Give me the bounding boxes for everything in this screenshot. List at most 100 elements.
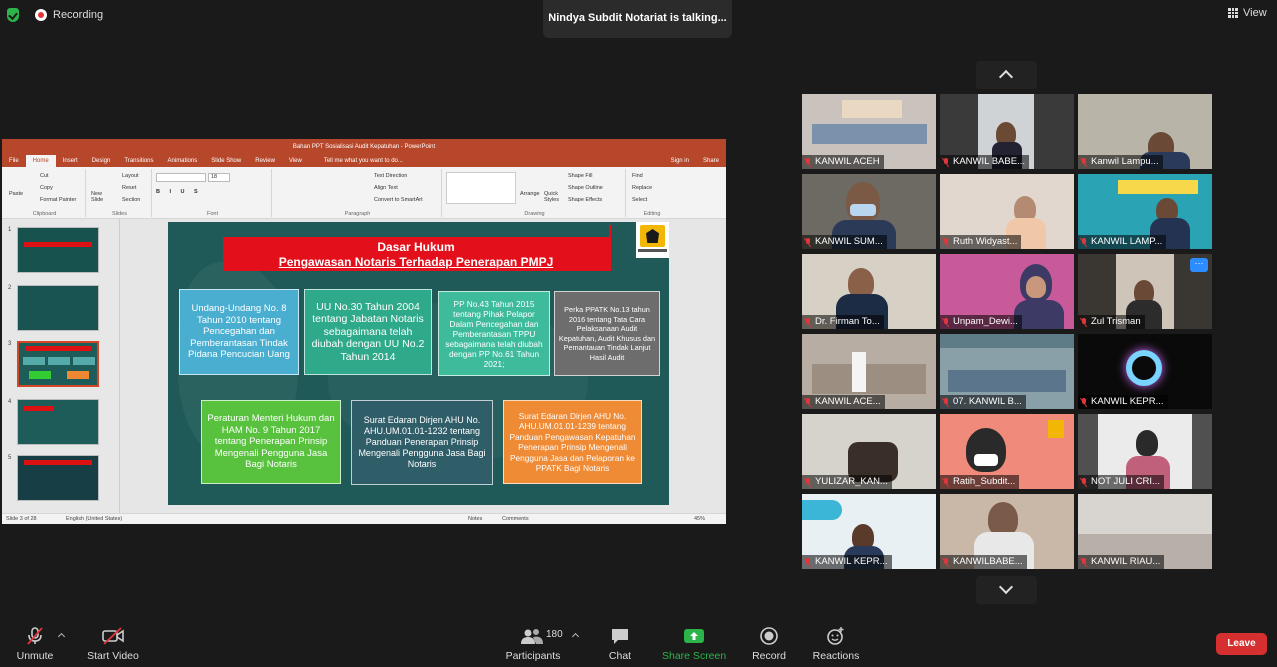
- slide-thumbnail-5[interactable]: [17, 455, 99, 501]
- copy-button[interactable]: Copy: [40, 185, 53, 191]
- chat-button[interactable]: Chat: [600, 617, 640, 667]
- shape-outline-button[interactable]: Shape Outline: [568, 185, 603, 191]
- comments-button[interactable]: Comments: [502, 516, 529, 522]
- ppt-menu-transitions[interactable]: Transitions: [117, 155, 160, 167]
- participant-tile[interactable]: KANWIL BABE...: [940, 94, 1074, 169]
- record-button[interactable]: Record: [748, 617, 790, 667]
- shape-effects-button[interactable]: Shape Effects: [568, 197, 602, 203]
- font-name-box[interactable]: [156, 173, 206, 182]
- ppt-status-bar: Slide 3 of 28 English (United States) No…: [2, 513, 726, 524]
- legal-basis-box-2: UU No.30 Tahun 2004 tentang Jabatan Nota…: [304, 289, 432, 375]
- ministry-logo: [636, 222, 669, 258]
- participant-tile[interactable]: KANWIL KEPR...: [802, 494, 936, 569]
- font-format-buttons[interactable]: B I U S: [156, 189, 202, 195]
- quick-styles-button[interactable]: Quick Styles: [544, 191, 562, 203]
- participant-tile[interactable]: YULIZAR_KAN...: [802, 414, 936, 489]
- replace-button[interactable]: Replace: [632, 185, 652, 191]
- zoom-level[interactable]: 45%: [694, 516, 705, 522]
- gallery-page-up-button[interactable]: [976, 61, 1037, 89]
- view-button[interactable]: View: [1228, 7, 1267, 19]
- mic-muted-icon: [1081, 317, 1087, 327]
- slide-thumbnail-2[interactable]: [17, 285, 99, 331]
- slide-thumbnail-3[interactable]: [17, 341, 99, 387]
- participant-name-label: KANWIL ACEH: [802, 155, 884, 169]
- participants-icon: [521, 629, 543, 644]
- ribbon-font: 18 B I U S Font: [154, 169, 272, 217]
- select-button[interactable]: Select: [632, 197, 647, 203]
- notes-button[interactable]: Notes: [468, 516, 482, 522]
- paste-button[interactable]: Paste: [9, 191, 23, 197]
- participant-tile[interactable]: Ruth Widyast...: [940, 174, 1074, 249]
- section-button[interactable]: Section: [122, 197, 140, 203]
- leave-button[interactable]: Leave: [1216, 633, 1267, 655]
- ppt-menu-insert[interactable]: Insert: [56, 155, 85, 167]
- participants-options-caret[interactable]: [571, 632, 580, 641]
- convert-smartart-button[interactable]: Convert to SmartArt: [374, 197, 423, 203]
- unmute-button[interactable]: Unmute: [8, 617, 62, 667]
- find-button[interactable]: Find: [632, 173, 643, 179]
- slide-count: Slide 3 of 28: [6, 516, 37, 522]
- participant-tile[interactable]: Dr. Firman To...: [802, 254, 936, 329]
- ppt-menu-animations[interactable]: Animations: [161, 155, 205, 167]
- shapes-gallery[interactable]: [446, 172, 516, 204]
- ppt-menu-view[interactable]: View: [282, 155, 309, 167]
- arrange-button[interactable]: Arrange: [520, 191, 540, 197]
- text-direction-button[interactable]: Text Direction: [374, 173, 407, 179]
- participant-tile[interactable]: KANWIL LAMP...: [1078, 174, 1212, 249]
- participant-tile[interactable]: KANWIL KEPR...: [1078, 334, 1212, 409]
- new-slide-button[interactable]: New Slide: [91, 191, 111, 203]
- ppt-menu-design[interactable]: Design: [85, 155, 118, 167]
- ppt-menu-bar: File Home Insert Design Transitions Anim…: [2, 155, 726, 167]
- layout-button[interactable]: Layout: [122, 173, 139, 179]
- participant-tile[interactable]: KANWILBABE...: [940, 494, 1074, 569]
- font-label: Font: [206, 211, 218, 217]
- cut-button[interactable]: Cut: [40, 173, 49, 179]
- shield-icon[interactable]: [7, 8, 19, 22]
- participant-tile[interactable]: KANWIL SUM...: [802, 174, 936, 249]
- share-screen-button[interactable]: Share Screen: [662, 617, 726, 667]
- participant-name-label: Zul Trisman: [1078, 315, 1145, 329]
- mic-muted-icon: [1081, 557, 1087, 567]
- participant-tile[interactable]: KANWIL ACEH: [802, 94, 936, 169]
- shape-fill-button[interactable]: Shape Fill: [568, 173, 592, 179]
- ppt-menu-file[interactable]: File: [2, 155, 26, 167]
- participant-tile[interactable]: Unpam_Dewi...: [940, 254, 1074, 329]
- participant-tile[interactable]: NOT JULI CRI...: [1078, 414, 1212, 489]
- participant-tile[interactable]: KANWIL ACE...: [802, 334, 936, 409]
- ppt-menu-home[interactable]: Home: [25, 155, 56, 167]
- share-screen-icon: [684, 629, 704, 643]
- align-text-button[interactable]: Align Text: [374, 185, 398, 191]
- participant-name-label: Kanwil Lampu...: [1078, 155, 1163, 169]
- chevron-up-icon: [998, 69, 1014, 85]
- start-video-button[interactable]: Start Video: [84, 617, 142, 667]
- clipboard-label: Clipboard: [32, 211, 57, 217]
- format-painter-button[interactable]: Format Painter: [40, 197, 76, 203]
- participants-button[interactable]: 180 Participants: [500, 617, 566, 667]
- language-indicator[interactable]: English (United States): [66, 516, 122, 522]
- font-size-box[interactable]: 18: [208, 173, 230, 182]
- participant-name-label: Ruth Widyast...: [940, 235, 1022, 249]
- ppt-menu-slide-show[interactable]: Slide Show: [204, 155, 248, 167]
- reactions-button[interactable]: Reactions: [810, 617, 862, 667]
- more-options-button[interactable]: ···: [1190, 258, 1208, 272]
- slide-thumbnail-4[interactable]: [17, 399, 99, 445]
- slide-thumbnail-1[interactable]: [17, 227, 99, 273]
- participant-tile[interactable]: KANWIL RIAU...: [1078, 494, 1212, 569]
- participant-tile[interactable]: Ratih_Subdit...: [940, 414, 1074, 489]
- participant-tile[interactable]: 07. KANWIL B...: [940, 334, 1074, 409]
- mic-muted-icon: [805, 317, 811, 327]
- participant-tile[interactable]: ··· Zul Trisman: [1078, 254, 1212, 329]
- ppt-tell-me[interactable]: Tell me what you want to do...: [317, 155, 410, 167]
- slide-accent-bar: [609, 225, 611, 271]
- view-label: View: [1243, 7, 1267, 19]
- gallery-page-down-button[interactable]: [976, 576, 1037, 604]
- participant-tile[interactable]: Kanwil Lampu...: [1078, 94, 1212, 169]
- ppt-share[interactable]: Share: [696, 155, 726, 167]
- mic-muted-icon: [1081, 397, 1087, 407]
- thumb-number: 1: [8, 227, 12, 233]
- ppt-sign-in[interactable]: Sign in: [664, 155, 696, 167]
- ppt-menu-review[interactable]: Review: [248, 155, 282, 167]
- reset-button[interactable]: Reset: [122, 185, 136, 191]
- participant-name-label: Dr. Firman To...: [802, 315, 884, 329]
- chevron-down-icon: [998, 579, 1014, 595]
